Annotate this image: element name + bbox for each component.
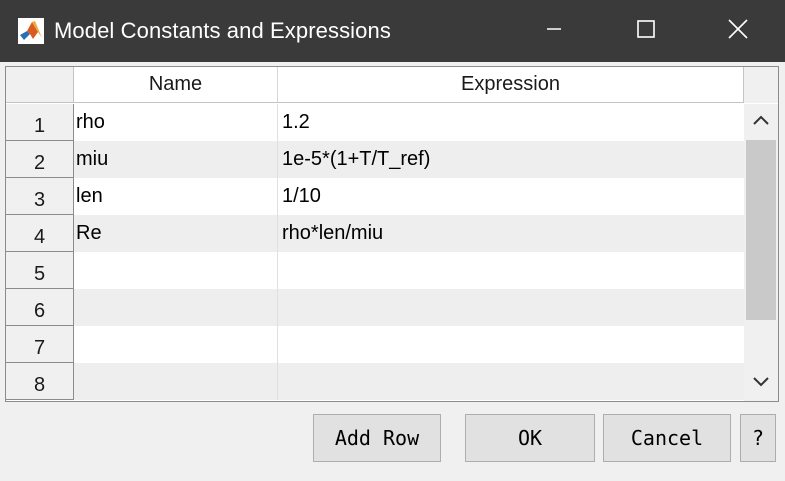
- expression-cell[interactable]: 1.2: [278, 104, 744, 141]
- dialog-window: Model Constants and Expressions Name Exp…: [0, 0, 785, 481]
- name-cell[interactable]: [74, 326, 278, 363]
- expression-cell[interactable]: [278, 289, 744, 326]
- table-row[interactable]: 6: [6, 289, 744, 326]
- column-header-name[interactable]: Name: [74, 67, 278, 103]
- expression-cell[interactable]: 1/10: [278, 178, 744, 215]
- table-row[interactable]: 3 len 1/10: [6, 178, 744, 215]
- column-header-expression[interactable]: Expression: [278, 67, 744, 103]
- row-number[interactable]: 1: [6, 104, 74, 141]
- cancel-button[interactable]: Cancel: [603, 414, 731, 462]
- help-button[interactable]: ?: [740, 414, 776, 462]
- scroll-thumb[interactable]: [746, 140, 776, 320]
- name-cell[interactable]: [74, 363, 278, 400]
- expression-cell[interactable]: [278, 363, 744, 400]
- row-number[interactable]: 8: [6, 363, 74, 400]
- chevron-up-icon: [752, 113, 770, 131]
- maximize-icon: [637, 19, 655, 43]
- row-number[interactable]: 4: [6, 215, 74, 252]
- title-bar[interactable]: Model Constants and Expressions: [0, 0, 785, 62]
- name-cell[interactable]: [74, 252, 278, 289]
- table-corner-header: [6, 67, 74, 103]
- name-cell[interactable]: len: [74, 178, 278, 215]
- constants-table[interactable]: Name Expression 1 rho 1.2 2 miu 1e-5*(1+…: [5, 66, 779, 402]
- vertical-scrollbar[interactable]: [744, 104, 778, 401]
- scroll-down-button[interactable]: [744, 366, 778, 401]
- expression-cell[interactable]: [278, 252, 744, 289]
- table-body: 1 rho 1.2 2 miu 1e-5*(1+T/T_ref) 3 len 1…: [6, 104, 744, 401]
- row-number[interactable]: 2: [6, 141, 74, 178]
- add-row-button[interactable]: Add Row: [313, 414, 441, 462]
- table-row[interactable]: 7: [6, 326, 744, 363]
- expression-cell[interactable]: rho*len/miu: [278, 215, 744, 252]
- minimize-icon: [546, 21, 562, 42]
- row-number[interactable]: 5: [6, 252, 74, 289]
- maximize-button[interactable]: [600, 0, 692, 62]
- table-row[interactable]: 8: [6, 363, 744, 400]
- row-number[interactable]: 7: [6, 326, 74, 363]
- close-button[interactable]: [692, 0, 784, 62]
- expression-cell[interactable]: 1e-5*(1+T/T_ref): [278, 141, 744, 178]
- ok-button[interactable]: OK: [465, 414, 595, 462]
- scroll-up-button[interactable]: [744, 104, 778, 140]
- chevron-down-icon: [752, 375, 770, 393]
- row-number[interactable]: 3: [6, 178, 74, 215]
- matlab-icon: [18, 18, 44, 44]
- window-title: Model Constants and Expressions: [54, 18, 391, 43]
- name-cell[interactable]: rho: [74, 104, 278, 141]
- table-row[interactable]: 1 rho 1.2: [6, 104, 744, 141]
- table-row[interactable]: 4 Re rho*len/miu: [6, 215, 744, 252]
- table-row[interactable]: 5: [6, 252, 744, 289]
- row-number[interactable]: 6: [6, 289, 74, 326]
- close-icon: [728, 18, 748, 44]
- name-cell[interactable]: miu: [74, 141, 278, 178]
- table-row[interactable]: 2 miu 1e-5*(1+T/T_ref): [6, 141, 744, 178]
- minimize-button[interactable]: [508, 0, 600, 62]
- expression-cell[interactable]: [278, 326, 744, 363]
- name-cell[interactable]: [74, 289, 278, 326]
- header-filler: [744, 67, 778, 103]
- name-cell[interactable]: Re: [74, 215, 278, 252]
